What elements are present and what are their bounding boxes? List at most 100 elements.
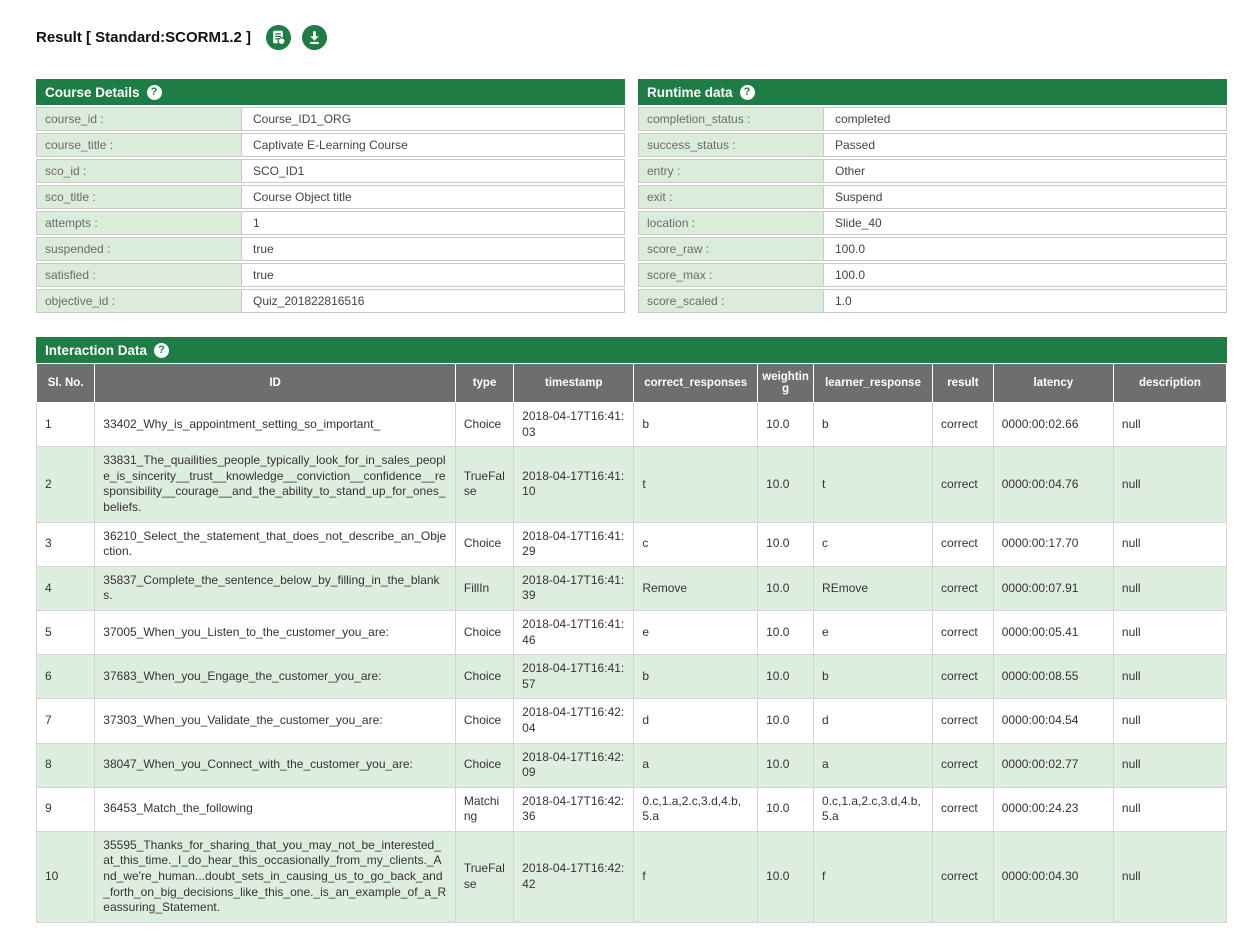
- cell-timestamp: 2018-04-17T16:42:04: [513, 698, 635, 744]
- cell-description: null: [1112, 654, 1228, 700]
- field-value: Other: [823, 160, 1226, 182]
- table-row: 3 36210_Select_the_statement_that_does_no…: [35, 521, 1228, 567]
- field-value: true: [241, 238, 624, 260]
- column-header-correct-responses: correct_responses: [633, 363, 759, 403]
- detail-row: objective_id : Quiz_201822816516: [36, 289, 625, 313]
- cell-correct-responses: 0.c,1.a,2.c,3.d,4.b,5.a: [633, 786, 759, 832]
- cell-type: TrueFalse: [454, 830, 515, 923]
- cell-result: correct: [932, 401, 994, 448]
- cell-timestamp: 2018-04-17T16:42:09: [513, 742, 635, 788]
- detail-row: satisfied : true: [36, 263, 625, 287]
- cell-latency: 0000:00:02.66: [992, 401, 1114, 448]
- cell-learner-response: b: [813, 401, 934, 448]
- cell-weighting: 10.0: [757, 698, 815, 744]
- report-icon[interactable]: [265, 24, 292, 51]
- cell-sl-no: 4: [35, 565, 96, 611]
- cell-sl-no: 3: [35, 521, 96, 567]
- column-header-learner-response: learner_response: [813, 363, 934, 403]
- cell-type: FillIn: [454, 565, 515, 611]
- course-details-title: Course Details: [45, 84, 140, 100]
- cell-description: null: [1112, 742, 1228, 788]
- detail-row: attempts :1: [36, 211, 625, 235]
- cell-correct-responses: d: [633, 698, 759, 744]
- detail-row: suspended : true: [36, 237, 625, 261]
- cell-type: Matching: [454, 786, 515, 832]
- table-row: 8 38047_When_you_Connect_with_the_custome…: [35, 742, 1228, 788]
- column-header-description: description: [1112, 363, 1228, 403]
- detail-row: exit : Suspend: [638, 185, 1227, 209]
- cell-correct-responses: c: [633, 521, 759, 567]
- page-header: Result [ Standard:SCORM1.2 ]: [36, 24, 1227, 51]
- field-label: satisfied :: [37, 264, 241, 286]
- cell-learner-response: d: [813, 698, 934, 744]
- cell-weighting: 10.0: [757, 521, 815, 567]
- cell-type: Choice: [454, 401, 515, 448]
- interaction-data-title: Interaction Data: [45, 342, 148, 358]
- runtime-data-rows: completion_status : completed success_stat…: [638, 107, 1227, 313]
- detail-row: score_max :100.0: [638, 263, 1227, 287]
- field-value: Captivate E-Learning Course: [241, 134, 624, 156]
- cell-correct-responses: f: [633, 830, 759, 923]
- interaction-data-panel: Interaction Data ? Sl. No. ID type timestam…: [35, 337, 1228, 923]
- interaction-table-body: 1 33402_Why_is_appointment_setting_so_imp…: [35, 401, 1228, 923]
- course-details-panel: Course Details ? course_id : Course_ID1_O…: [36, 79, 625, 313]
- cell-result: correct: [932, 565, 994, 611]
- field-value: Passed: [823, 134, 1226, 156]
- detail-row: completion_status : completed: [638, 107, 1227, 131]
- cell-timestamp: 2018-04-17T16:41:29: [513, 521, 635, 567]
- runtime-data-panel: Runtime data ? completion_status : comple…: [638, 79, 1227, 313]
- column-header-sl-no: Sl. No.: [35, 363, 96, 403]
- field-value: true: [241, 264, 624, 286]
- cell-weighting: 10.0: [757, 786, 815, 832]
- detail-row: success_status : Passed: [638, 133, 1227, 157]
- field-label: location :: [639, 212, 823, 234]
- cell-sl-no: 1: [35, 401, 96, 448]
- field-value: Course Object title: [241, 186, 624, 208]
- cell-result: correct: [932, 654, 994, 700]
- cell-id: 33402_Why_is_appointment_setting_so_impo…: [94, 401, 456, 448]
- detail-row: score_scaled :1.0: [638, 289, 1227, 313]
- field-label: attempts :: [37, 212, 241, 234]
- results-page: Result [ Standard:SCORM1.2 ] Course Deta: [35, 24, 1228, 923]
- table-row: 9 36453_Match_the_following Matching 2018-0…: [35, 786, 1228, 832]
- help-icon[interactable]: ?: [146, 84, 162, 100]
- help-icon[interactable]: ?: [154, 342, 170, 358]
- cell-description: null: [1112, 786, 1228, 832]
- field-label: course_id :: [37, 108, 241, 130]
- cell-latency: 0000:00:04.30: [992, 830, 1114, 923]
- column-header-weighting: weighting: [757, 363, 815, 403]
- cell-latency: 0000:00:08.55: [992, 654, 1114, 700]
- cell-id: 33831_The_quailities_people_typically_lo…: [94, 446, 456, 523]
- field-label: sco_title :: [37, 186, 241, 208]
- cell-learner-response: b: [813, 654, 934, 700]
- cell-timestamp: 2018-04-17T16:42:36: [513, 786, 635, 832]
- cell-type: Choice: [454, 654, 515, 700]
- cell-description: null: [1112, 565, 1228, 611]
- cell-type: Choice: [454, 609, 515, 656]
- cell-id: 38047_When_you_Connect_with_the_customer…: [94, 742, 456, 788]
- summary-panels: Course Details ? course_id : Course_ID1_O…: [36, 79, 1227, 313]
- column-header-result: result: [932, 363, 994, 403]
- detail-row: sco_title : Course Object title: [36, 185, 625, 209]
- column-header-latency: latency: [992, 363, 1114, 403]
- cell-weighting: 10.0: [757, 654, 815, 700]
- table-row: 5 37005_When_you_Listen_to_the_customer_y…: [35, 609, 1228, 656]
- field-value: Slide_40: [823, 212, 1226, 234]
- cell-weighting: 10.0: [757, 742, 815, 788]
- cell-learner-response: c: [813, 521, 934, 567]
- cell-id: 36210_Select_the_statement_that_does_not…: [94, 521, 456, 567]
- field-label: sco_id :: [37, 160, 241, 182]
- table-row: 2 33831_The_quailities_people_typically_l…: [35, 446, 1228, 523]
- download-icon[interactable]: [301, 24, 328, 51]
- field-label: exit :: [639, 186, 823, 208]
- cell-sl-no: 8: [35, 742, 96, 788]
- cell-timestamp: 2018-04-17T16:41:03: [513, 401, 635, 448]
- field-label: score_scaled :: [639, 290, 823, 312]
- cell-result: correct: [932, 698, 994, 744]
- field-label: completion_status :: [639, 108, 823, 130]
- detail-row: course_title : Captivate E-Learning Cours…: [36, 133, 625, 157]
- cell-description: null: [1112, 698, 1228, 744]
- help-icon[interactable]: ?: [739, 84, 755, 100]
- page-title: Result [ Standard:SCORM1.2 ]: [36, 29, 252, 46]
- cell-description: null: [1112, 446, 1228, 523]
